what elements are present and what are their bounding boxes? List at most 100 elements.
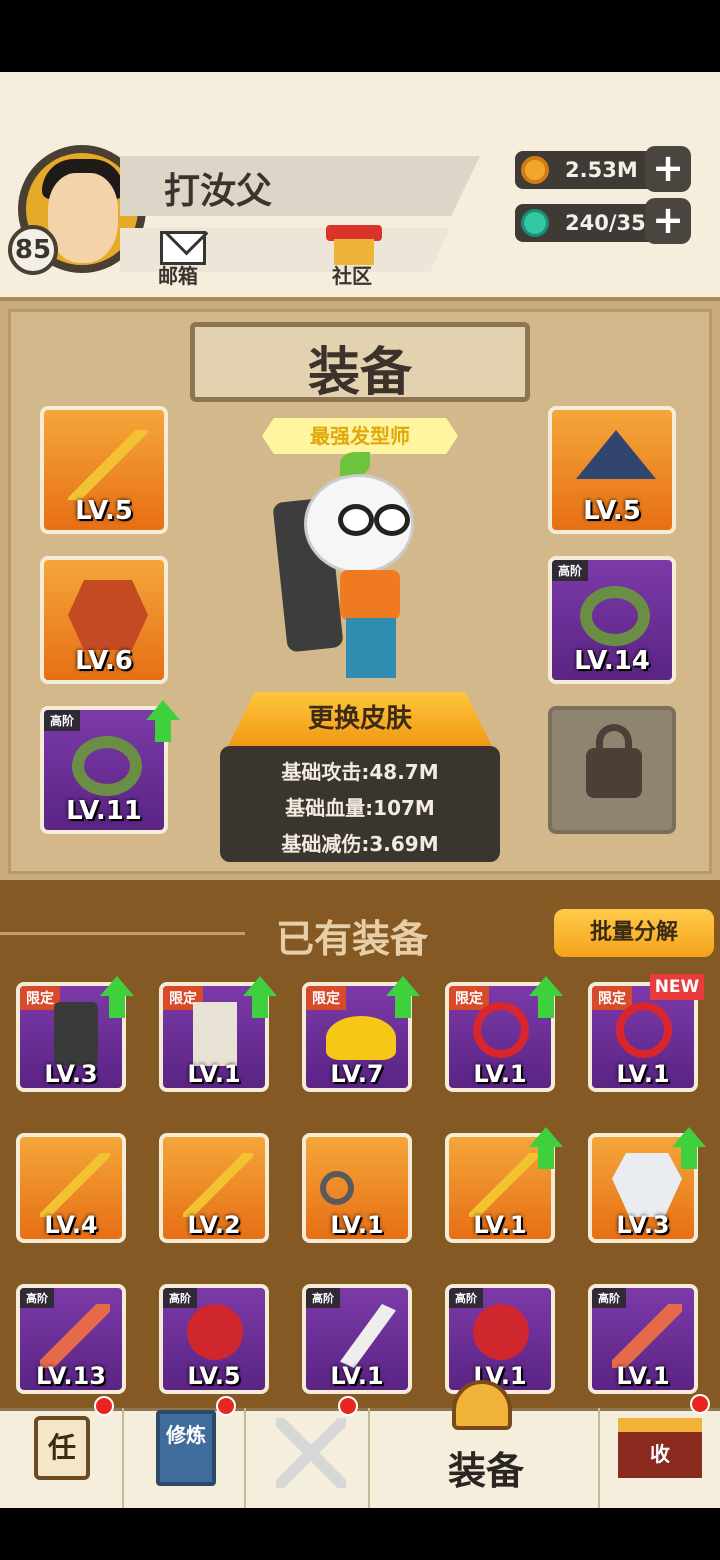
new-badge: NEW bbox=[650, 974, 704, 1000]
inventory-item[interactable]: LV.2 bbox=[159, 1133, 269, 1243]
item-level: LV.5 bbox=[187, 1362, 241, 1390]
limited-tag: 限定 bbox=[306, 986, 346, 1010]
slot-hat[interactable]: LV.5 bbox=[548, 406, 676, 534]
lock-icon bbox=[586, 748, 642, 798]
nav-cultivate[interactable]: 修炼 bbox=[124, 1408, 246, 1508]
notification-dot bbox=[338, 1396, 358, 1416]
character-portrait bbox=[270, 450, 460, 690]
tier-tag: 高阶 bbox=[552, 560, 589, 581]
item-level: LV.1 bbox=[187, 1060, 241, 1088]
limited-tag: 限定 bbox=[592, 986, 632, 1010]
scissors-icon bbox=[320, 1171, 354, 1205]
slot-level: LV.5 bbox=[75, 496, 133, 526]
character-glasses-right bbox=[374, 504, 410, 536]
item-level: LV.1 bbox=[616, 1060, 670, 1088]
coin-icon bbox=[521, 156, 549, 184]
upgrade-arrow-icon bbox=[529, 976, 563, 1018]
item-level: LV.1 bbox=[473, 1211, 527, 1239]
slot-level: LV.6 bbox=[75, 646, 133, 676]
gem-icon bbox=[521, 209, 549, 237]
sword-icon bbox=[40, 1304, 110, 1368]
sword-icon bbox=[612, 1304, 682, 1368]
chinese-knot-icon bbox=[616, 1002, 672, 1058]
upgrade-arrow-icon bbox=[243, 976, 277, 1018]
player-name: 打汝父 bbox=[164, 171, 273, 212]
stat-health: 基础血量:107M bbox=[285, 796, 435, 820]
slot-armor[interactable]: LV.6 bbox=[40, 556, 168, 684]
armor-icon bbox=[68, 580, 148, 650]
item-level: LV.1 bbox=[616, 1362, 670, 1390]
mace-icon bbox=[187, 1304, 243, 1360]
inventory-item[interactable]: 高阶 LV.5 bbox=[159, 1284, 269, 1394]
batch-decompose-button[interactable]: 批量分解 bbox=[554, 909, 714, 957]
community-icon[interactable] bbox=[326, 225, 382, 265]
item-level: LV.1 bbox=[473, 1060, 527, 1088]
upgrade-arrow-icon bbox=[146, 700, 180, 742]
inventory-item[interactable]: LV.4 bbox=[16, 1133, 126, 1243]
mail-label[interactable]: 邮箱 bbox=[158, 260, 198, 289]
change-skin-button[interactable]: 更换皮肤 bbox=[228, 692, 492, 746]
chinese-knot-icon bbox=[473, 1002, 529, 1058]
nav-battle[interactable] bbox=[246, 1408, 370, 1508]
stat-defense: 基础减伤:3.69M bbox=[281, 832, 439, 856]
item-level: LV.3 bbox=[616, 1211, 670, 1239]
ring-icon bbox=[580, 586, 650, 646]
notification-dot bbox=[216, 1396, 236, 1416]
avatar-face bbox=[48, 173, 118, 263]
stat-attack: 基础攻击:48.7M bbox=[281, 760, 439, 784]
item-level: LV.3 bbox=[44, 1060, 98, 1088]
item-level: LV.1 bbox=[330, 1211, 384, 1239]
inventory-item[interactable]: 高阶 LV.1 bbox=[588, 1284, 698, 1394]
item-level: LV.4 bbox=[44, 1211, 98, 1239]
character-glasses-left bbox=[338, 504, 374, 536]
inventory-item[interactable]: 高阶 LV.1 bbox=[445, 1284, 555, 1394]
high-tier-tag: 高阶 bbox=[306, 1288, 340, 1308]
item-level: LV.13 bbox=[36, 1362, 106, 1390]
slot-level: LV.14 bbox=[574, 646, 650, 676]
high-tier-tag: 高阶 bbox=[163, 1288, 197, 1308]
item-level: LV.7 bbox=[330, 1060, 384, 1088]
notification-dot bbox=[94, 1396, 114, 1416]
slot-locked[interactable] bbox=[548, 706, 676, 834]
slot-level: LV.5 bbox=[583, 496, 641, 526]
equipment-title: 装备 bbox=[307, 343, 412, 403]
divider bbox=[0, 932, 245, 935]
banner-icon bbox=[54, 1002, 98, 1066]
slot-weapon[interactable]: LV.5 bbox=[40, 406, 168, 534]
nav-tasks[interactable]: 任 bbox=[0, 1408, 124, 1508]
inventory-item[interactable]: 高阶 LV.13 bbox=[16, 1284, 126, 1394]
item-level: LV.1 bbox=[330, 1362, 384, 1390]
system-nav-area bbox=[0, 1508, 720, 1560]
add-energy-button[interactable]: + bbox=[645, 198, 691, 244]
item-level: LV.2 bbox=[187, 1211, 241, 1239]
cultivation-book-icon: 修炼 bbox=[156, 1410, 216, 1486]
slot-ring[interactable]: 高阶 LV.14 bbox=[548, 556, 676, 684]
owned-equipment-title: 已有装备 bbox=[276, 917, 429, 961]
character-legs bbox=[346, 618, 396, 678]
status-bar bbox=[0, 0, 720, 72]
high-tier-tag: 高阶 bbox=[449, 1288, 483, 1308]
book-icon bbox=[193, 1002, 237, 1066]
community-label[interactable]: 社区 bbox=[332, 260, 372, 289]
inventory-item[interactable]: 高阶 LV.1 bbox=[302, 1284, 412, 1394]
nav-collect[interactable]: 收 bbox=[600, 1408, 720, 1508]
mace-icon bbox=[473, 1304, 529, 1360]
character-title-banner: 最强发型师 bbox=[262, 418, 458, 454]
player-level-badge: 85 bbox=[8, 225, 58, 275]
spear-icon bbox=[183, 1153, 253, 1217]
coin-value: 2.53M bbox=[565, 158, 638, 182]
inventory-item[interactable]: LV.1 bbox=[302, 1133, 412, 1243]
upgrade-arrow-icon bbox=[529, 1127, 563, 1169]
base-stats-panel: 基础攻击:48.7M 基础血量:107M 基础减伤:3.69M bbox=[220, 746, 500, 862]
slot-level: LV.11 bbox=[66, 796, 142, 826]
add-coins-button[interactable]: + bbox=[645, 146, 691, 192]
nav-equipment-label: 装备 bbox=[448, 1449, 525, 1493]
sword-icon bbox=[68, 430, 148, 500]
hat-icon bbox=[576, 430, 656, 479]
tier-tag: 高阶 bbox=[44, 710, 81, 731]
limited-tag: 限定 bbox=[449, 986, 489, 1010]
task-scroll-icon: 任 bbox=[34, 1416, 90, 1480]
upgrade-arrow-icon bbox=[386, 976, 420, 1018]
collect-shop-icon: 收 bbox=[618, 1418, 702, 1478]
notification-dot bbox=[690, 1394, 710, 1414]
